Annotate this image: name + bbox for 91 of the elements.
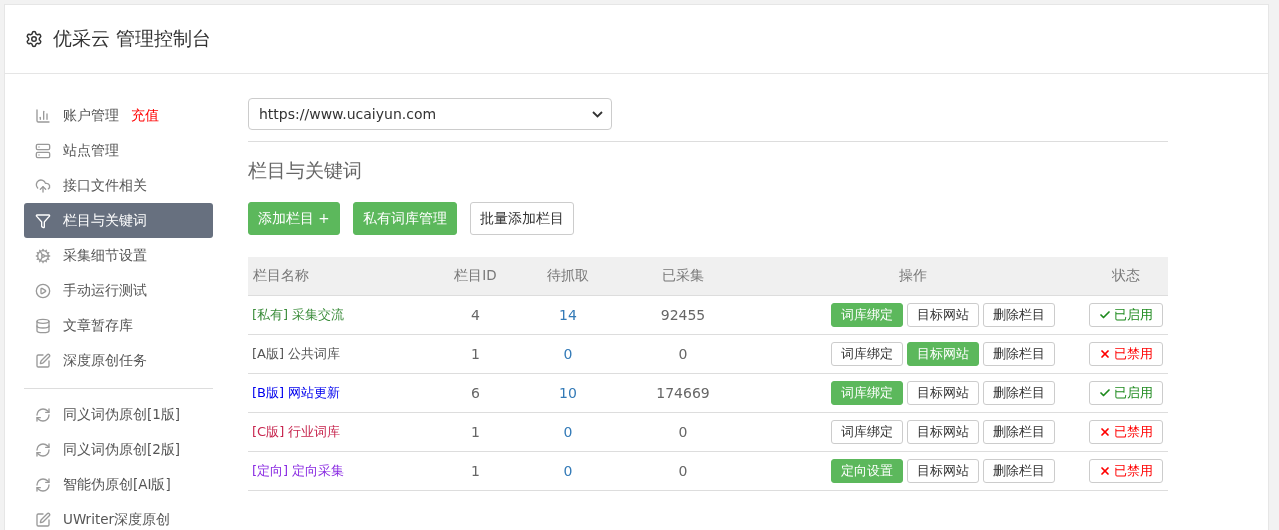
filter-icon (35, 212, 51, 229)
sidebar-item[interactable]: UWriter深度原创 (24, 502, 213, 530)
column-name-link[interactable]: [C版] 行业词库 (252, 423, 341, 441)
sidebar-item[interactable]: 文章暂存库 (24, 308, 213, 343)
refresh-icon (35, 476, 51, 493)
database-icon (35, 317, 51, 334)
sidebar-label: 采集细节设置 (63, 246, 147, 265)
server-icon (35, 142, 51, 159)
column-header: 已采集 (623, 257, 743, 296)
action-button[interactable]: 目标网站 (907, 420, 979, 444)
table-cell: 14 (559, 307, 577, 323)
status-button[interactable]: 已启用 (1088, 303, 1163, 327)
action-button[interactable]: 词库绑定 (831, 420, 903, 444)
chevron-down-icon (592, 110, 603, 118)
table-cell: 0 (678, 424, 688, 440)
status-button[interactable]: 已禁用 (1088, 459, 1163, 483)
table-cell: 92455 (660, 307, 706, 323)
status-button[interactable]: 已禁用 (1088, 342, 1163, 366)
column-header: 栏目ID (438, 257, 513, 296)
action-button[interactable]: 词库绑定 (831, 342, 903, 366)
refresh-icon (35, 441, 51, 458)
recharge-link[interactable]: 充值 (131, 106, 159, 125)
column-name-link[interactable]: [A版] 公共词库 (252, 345, 341, 363)
sidebar-item[interactable]: 手动运行测试 (24, 273, 213, 308)
close-icon (1098, 465, 1111, 477)
column-header: 操作 (743, 257, 1083, 296)
column-name-link[interactable]: [私有] 采集交流 (252, 306, 345, 324)
sidebar-label: 接口文件相关 (63, 176, 147, 195)
refresh-icon (35, 406, 51, 423)
action-button[interactable]: 删除栏目 (983, 303, 1055, 327)
sidebar-label: 手动运行测试 (63, 281, 147, 300)
sidebar-item[interactable]: 站点管理 (24, 133, 213, 168)
sidebar-item[interactable]: 深度原创任务 (24, 343, 213, 378)
column-header: 状态 (1083, 257, 1168, 296)
table-cell: 0 (563, 463, 573, 479)
action-button[interactable]: 删除栏目 (983, 420, 1055, 444)
table-cell: 10 (559, 385, 577, 401)
column-name-link[interactable]: [B版] 网站更新 (252, 384, 341, 402)
check-icon (1098, 387, 1111, 399)
action-button[interactable]: 目标网站 (907, 381, 979, 405)
table-cell: 1 (471, 424, 480, 440)
section-title: 栏目与关键词 (248, 158, 363, 183)
site-select[interactable]: https://www.ucaiyun.com (248, 98, 612, 130)
sidebar-label: UWriter深度原创 (63, 510, 171, 529)
sidebar-item[interactable]: 账户管理 充值 (24, 98, 213, 133)
table-cell: 1 (471, 346, 480, 362)
sidebar-label: 同义词伪原创[2版] (63, 440, 181, 459)
table-cell: 174669 (656, 385, 710, 401)
action-button[interactable]: 删除栏目 (983, 381, 1055, 405)
action-button[interactable]: 目标网站 (907, 303, 979, 327)
sidebar-item[interactable]: 接口文件相关 (24, 168, 213, 203)
sidebar-label: 栏目与关键词 (63, 211, 147, 230)
bar-chart-icon (35, 107, 51, 124)
sidebar-label: 同义词伪原创[1版] (63, 405, 181, 424)
gear-icon (35, 247, 51, 264)
toolbar-button[interactable]: 批量添加栏目 (469, 202, 574, 235)
action-button[interactable]: 目标网站 (907, 459, 979, 483)
table-cell: 6 (471, 385, 480, 401)
cloud-upload-icon (35, 177, 51, 194)
table-cell: 0 (563, 424, 573, 440)
table-cell: 4 (471, 307, 480, 323)
column-name-link[interactable]: [定向] 定向采集 (252, 462, 345, 480)
sidebar-label: 深度原创任务 (63, 351, 147, 370)
close-icon (1098, 348, 1111, 360)
check-icon (1098, 309, 1111, 321)
column-header: 待抓取 (513, 257, 623, 296)
sidebar-item[interactable]: 同义词伪原创[2版] (24, 432, 213, 467)
action-button[interactable]: 删除栏目 (983, 459, 1055, 483)
play-icon (35, 282, 51, 299)
sidebar-item[interactable]: 智能伪原创[AI版] (24, 467, 213, 502)
select-value: https://www.ucaiyun.com (259, 106, 437, 122)
status-button[interactable]: 已启用 (1088, 381, 1163, 405)
sidebar-item[interactable]: 同义词伪原创[1版] (24, 397, 213, 432)
page-title: 优采云 管理控制台 (53, 26, 212, 51)
status-button[interactable]: 已禁用 (1088, 420, 1163, 444)
settings-icon (25, 30, 43, 48)
sidebar-label: 账户管理 (63, 106, 119, 125)
table-cell: 0 (563, 346, 573, 362)
column-header: 栏目名称 (248, 257, 438, 296)
table-cell: 0 (678, 346, 688, 362)
sidebar-item[interactable]: 采集细节设置 (24, 238, 213, 273)
edit-icon (35, 352, 51, 369)
table-cell: 1 (471, 463, 480, 479)
sidebar-label: 文章暂存库 (63, 316, 133, 335)
action-button[interactable]: 删除栏目 (983, 342, 1055, 366)
sidebar-label: 站点管理 (63, 141, 119, 160)
close-icon (1098, 426, 1111, 438)
edit-icon (35, 511, 51, 528)
sidebar-item[interactable]: 栏目与关键词 (24, 203, 213, 238)
sidebar-label: 智能伪原创[AI版] (63, 475, 171, 494)
table-cell: 0 (678, 463, 688, 479)
